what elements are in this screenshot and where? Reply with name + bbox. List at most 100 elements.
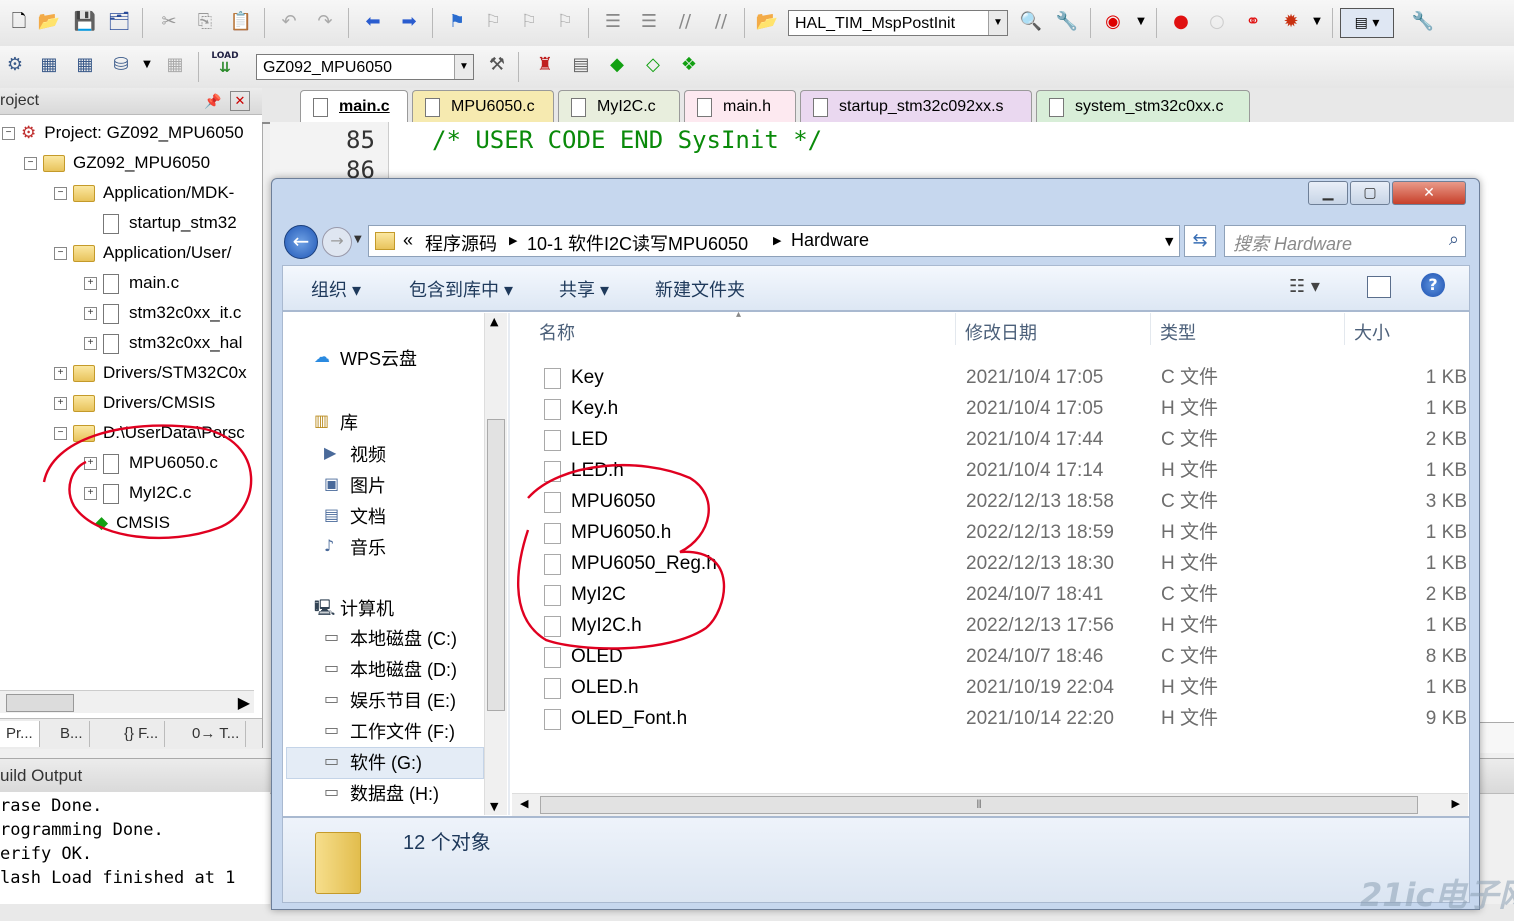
kill-breakpoints-icon[interactable]: ✹ [1278,9,1304,35]
batch-build-icon[interactable]: ⛁ [108,52,134,78]
editor-tab[interactable]: main.c [300,90,408,122]
panel-tab-0[interactable]: Pr... [0,721,40,747]
tree-item[interactable]: + Drivers/CMSIS [54,388,215,418]
panel-tab-3[interactable]: 0→ T... [186,721,247,747]
column-header-name[interactable]: 名称 [539,319,575,345]
close-icon[interactable]: ✕ [230,91,250,111]
save-icon[interactable]: 💾 [72,9,98,35]
tree-item[interactable]: + MyI2C.c [84,478,191,508]
disable-all-breakpoints-icon[interactable]: ⚭ [1240,9,1266,35]
save-all-icon[interactable]: 🗂 [106,9,132,35]
scroll-down-icon[interactable]: ▼ [490,800,498,813]
pack-installer-icon[interactable]: ◇ [640,52,666,78]
breadcrumb-separator-icon[interactable]: ▶ [773,234,781,247]
debug-icon[interactable]: ◉ [1100,9,1126,35]
translate-icon[interactable]: ⚙ [2,52,28,78]
breakpoint-icon[interactable]: ● [1168,9,1194,35]
uncomment-icon[interactable]: // [708,9,734,35]
bookmark-clear-icon[interactable]: ⚐ [552,9,578,35]
breakpoint-disabled-icon[interactable]: ○ [1204,9,1230,35]
command-button[interactable]: 组织 ▾ [311,276,361,302]
file-row[interactable]: MPU6050 2022/12/13 18:58 C 文件 3 KB [531,486,1471,517]
editor-tab[interactable]: system_stm32c0xx.c [1036,90,1250,122]
command-button[interactable]: 新建文件夹 [655,276,745,302]
target-combo[interactable]: GZ092_MPU6050 ▼ [256,54,474,80]
nav-item[interactable]: 软件 (G:) [350,749,422,775]
file-row[interactable]: OLED 2024/10/7 18:46 C 文件 8 KB [531,641,1471,672]
file-row[interactable]: OLED_Font.h 2021/10/14 22:20 H 文件 9 KB [531,703,1471,734]
history-dropdown-icon[interactable]: ▼ [354,234,362,245]
bookmark-prev-icon[interactable]: ⚐ [480,9,506,35]
collapse-icon[interactable]: − [54,427,67,441]
function-combo[interactable]: HAL_TIM_MspPostInit ▼ [788,10,1008,36]
editor-tab[interactable]: MyI2C.c [558,90,680,122]
stop-build-icon[interactable]: ▦ [162,52,188,78]
file-row[interactable]: MPU6050_Reg.h 2022/12/13 18:30 H 文件 1 KB [531,548,1471,579]
pin-icon[interactable]: 📌 [204,88,221,114]
file-row[interactable]: MPU6050.h 2022/12/13 18:59 H 文件 1 KB [531,517,1471,548]
forward-button[interactable]: → [322,227,352,257]
nav-item[interactable]: 视频 [350,441,386,467]
copy-icon[interactable]: ⎘ [192,9,218,35]
nav-item[interactable]: 本地磁盘 (D:) [350,656,457,682]
collapse-icon[interactable]: − [24,157,37,171]
select-packs-icon[interactable]: ◆ [604,52,630,78]
address-dropdown-icon[interactable]: ▼ [1165,235,1173,248]
build-icon[interactable]: ▦ [36,52,62,78]
expand-icon[interactable]: + [84,277,97,291]
nav-back-icon[interactable]: ⬅ [360,9,386,35]
chevron-down-icon[interactable]: ▼ [1128,9,1154,35]
tree-item[interactable]: ◆ CMSIS [76,508,170,538]
settings-wrench-icon[interactable]: 🔧 [1410,9,1436,35]
tree-item[interactable]: − GZ092_MPU6050 [24,148,210,178]
indent-icon[interactable]: ☰ [600,9,626,35]
breadcrumb-item[interactable]: « [403,230,413,251]
scrollbar-thumb[interactable] [6,694,74,712]
file-row[interactable]: OLED.h 2021/10/19 22:04 H 文件 1 KB [531,672,1471,703]
scroll-left-icon[interactable]: ◀ [520,797,528,810]
file-row[interactable]: Key 2021/10/4 17:05 C 文件 1 KB [531,362,1471,393]
open-folder-icon[interactable]: 📂 [36,9,62,35]
nav-item[interactable]: 数据盘 (H:) [350,780,439,806]
tree-item[interactable]: − Application/User/ [54,238,232,268]
preview-pane-icon[interactable] [1367,276,1391,298]
panel-tab-1[interactable]: B... [54,721,90,747]
file-row[interactable]: LED 2021/10/4 17:44 C 文件 2 KB [531,424,1471,455]
replace-icon[interactable]: 🔧 [1054,9,1080,35]
scroll-right-icon[interactable]: ▶ [1452,797,1460,810]
cut-icon[interactable]: ✂ [156,9,182,35]
file-extensions-icon[interactable]: ▤ [568,52,594,78]
nav-item[interactable]: 娱乐节目 (E:) [350,687,456,713]
editor-tab[interactable]: startup_stm32c092xx.s [800,90,1032,122]
tree-item[interactable]: startup_stm32 [84,208,237,238]
find-icon[interactable]: 🔍 [1018,9,1044,35]
rebuild-icon[interactable]: ▦ [72,52,98,78]
chevron-down-icon[interactable]: ▼ [988,11,1007,35]
column-header-date[interactable]: 修改日期 [965,319,1037,345]
breadcrumb-separator-icon[interactable]: ▶ [509,234,517,247]
column-header-type[interactable]: 类型 [1160,319,1196,345]
find-in-files-icon[interactable]: 📂 [754,9,780,35]
nav-scrollbar[interactable]: ▲ ▼ [484,313,507,815]
collapse-icon[interactable]: − [54,247,67,261]
paste-icon[interactable]: 📋 [228,9,254,35]
chevron-down-icon[interactable]: ▼ [134,52,160,78]
close-button[interactable]: ✕ [1392,181,1466,205]
command-button[interactable]: 包含到库中 ▾ [409,276,513,302]
expand-icon[interactable]: + [54,367,67,381]
nav-item[interactable]: 图片 [350,472,386,498]
collapse-icon[interactable]: − [54,187,67,201]
expand-icon[interactable]: + [84,487,97,501]
bookmark-next-icon[interactable]: ⚐ [516,9,542,35]
undo-icon[interactable]: ↶ [276,9,302,35]
tree-item[interactable]: − Application/MDK- [54,178,234,208]
download-load-icon[interactable]: LOAD ⇊ [208,50,242,76]
expand-icon[interactable]: + [84,337,97,351]
nav-item[interactable]: 库 [340,409,358,435]
column-divider[interactable] [1150,313,1151,345]
collapse-icon[interactable]: − [2,127,15,141]
tree-item[interactable]: − D:\UserData\Persc [54,418,245,448]
help-icon[interactable]: ? [1421,273,1445,297]
redo-icon[interactable]: ↷ [312,9,338,35]
editor-tab[interactable]: MPU6050.c [412,90,554,122]
